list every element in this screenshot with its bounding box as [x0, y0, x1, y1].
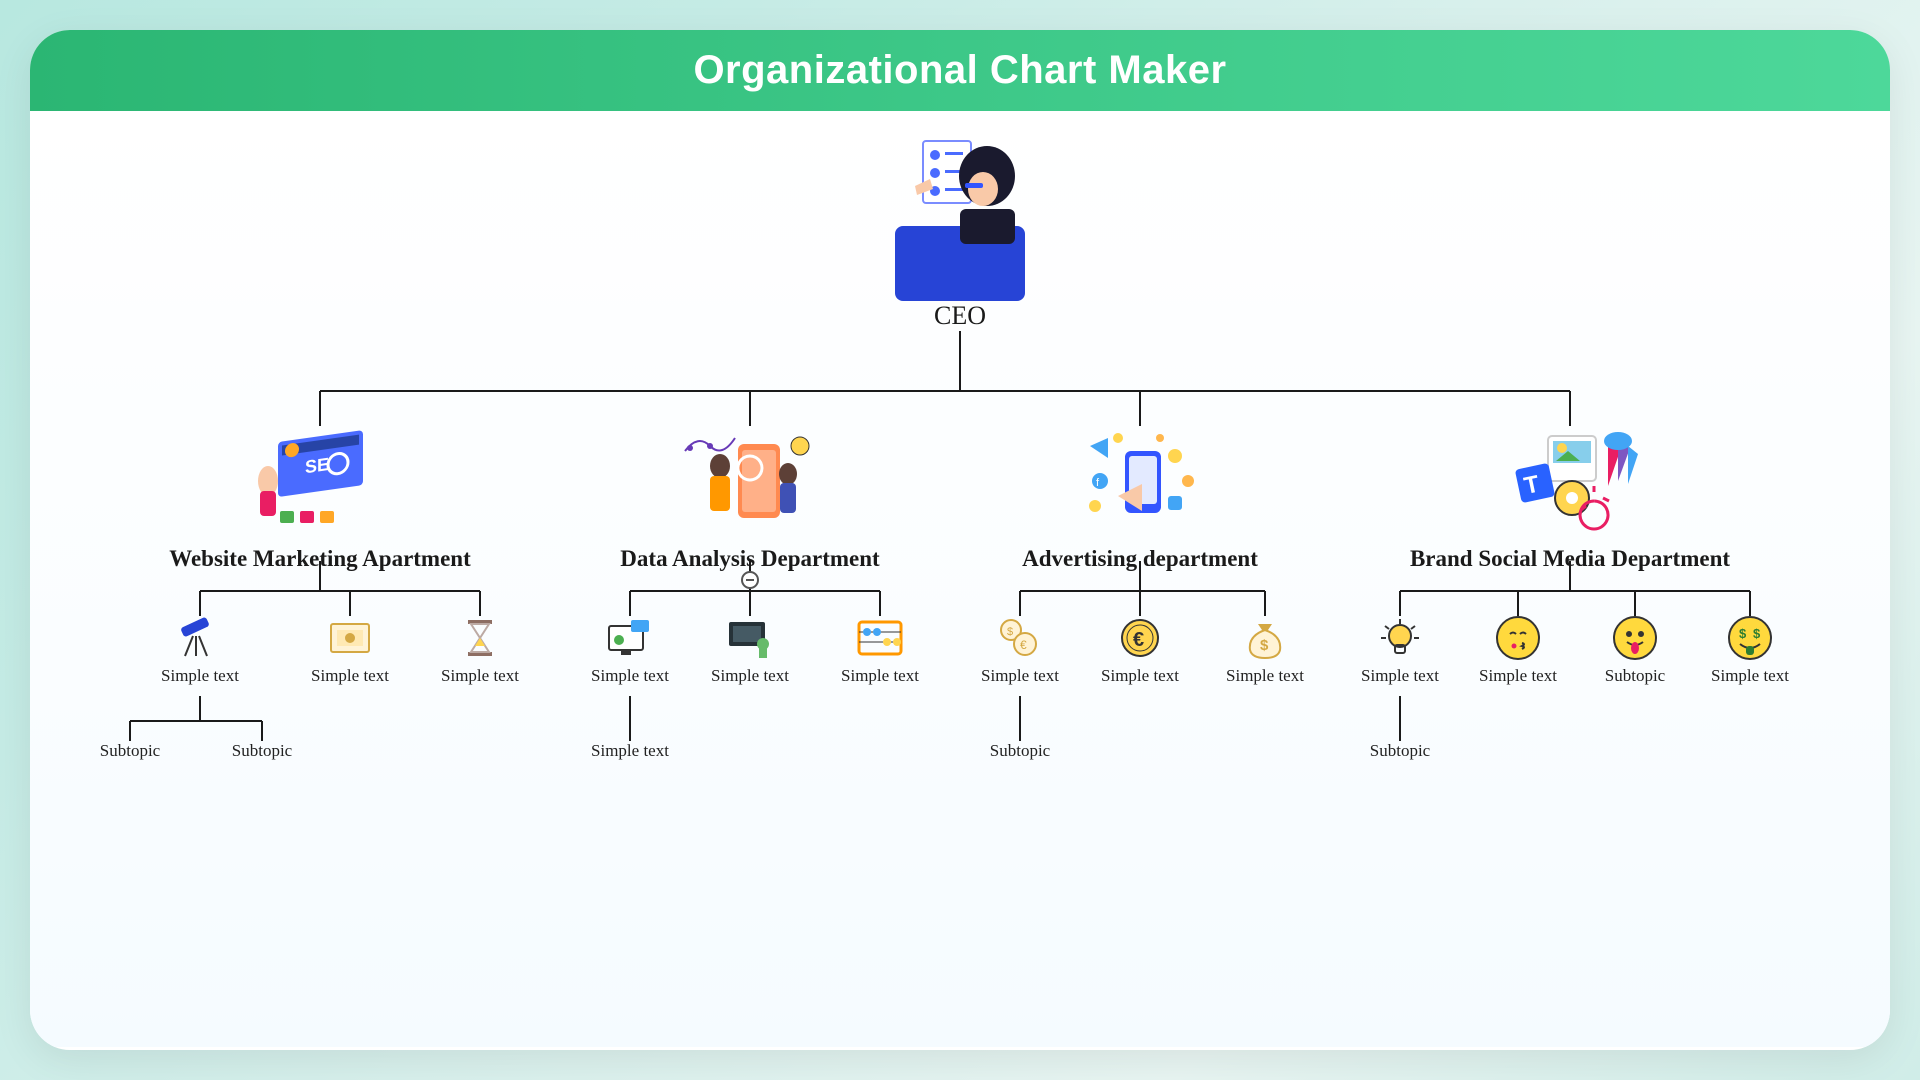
- node-dept-website[interactable]: SE Website Marketing Apartment: [150, 426, 490, 572]
- subtopic-node[interactable]: Simple text: [588, 741, 672, 761]
- svg-text:$: $: [1753, 626, 1761, 641]
- monitor-chat-icon: [603, 616, 657, 660]
- ceo-illustration-icon: [865, 131, 1055, 301]
- app-header: Organizational Chart Maker: [30, 30, 1890, 111]
- collapse-toggle-icon[interactable]: [741, 571, 759, 589]
- leaf-label: Subtopic: [1593, 666, 1677, 686]
- svg-text:$: $: [1739, 626, 1747, 641]
- leaf-label: Simple text: [1708, 666, 1792, 686]
- node-dept-advertising[interactable]: f Advertising department: [1000, 426, 1280, 572]
- dept-label: Data Analysis Department: [600, 546, 900, 572]
- leaf-bulb[interactable]: Simple text: [1358, 616, 1442, 686]
- subtopic-node[interactable]: Subtopic: [227, 741, 297, 761]
- node-ceo[interactable]: CEO: [865, 131, 1055, 331]
- advertising-illustration-icon: f: [1070, 426, 1210, 536]
- leaf-emoji-kiss[interactable]: Simple text: [1476, 616, 1560, 686]
- leaf-label: Simple text: [1358, 666, 1442, 686]
- node-dept-data[interactable]: Data Analysis Department: [600, 426, 900, 572]
- svg-text:$: $: [1260, 637, 1269, 654]
- leaf-coins[interactable]: $€ Simple text: [978, 616, 1062, 686]
- dept-label: Advertising department: [1000, 546, 1280, 572]
- leaf-label: Simple text: [1223, 666, 1307, 686]
- leaf-moneybag[interactable]: $ Simple text: [1223, 616, 1307, 686]
- chart-card: Organizational Chart Maker: [30, 30, 1890, 1050]
- leaf-label: Simple text: [158, 666, 242, 686]
- subtopic-label: Subtopic: [1358, 741, 1442, 761]
- social-media-illustration-icon: T: [1500, 426, 1640, 536]
- org-chart-canvas[interactable]: CEO SE Website Marketing Apartment: [30, 111, 1890, 1047]
- certificate-icon: [323, 616, 377, 660]
- leaf-label: Simple text: [588, 666, 672, 686]
- subtopic-label: Subtopic: [978, 741, 1062, 761]
- ceo-label: CEO: [865, 301, 1055, 331]
- leaf-presentation[interactable]: Simple text: [708, 616, 792, 686]
- euro-coin-icon: €: [1113, 616, 1167, 660]
- subtopic-label: Subtopic: [227, 741, 297, 761]
- leaf-label: Simple text: [308, 666, 392, 686]
- leaf-abacus[interactable]: Simple text: [838, 616, 922, 686]
- subtopic-label: Simple text: [588, 741, 672, 761]
- leaf-label: Simple text: [708, 666, 792, 686]
- lightbulb-icon: [1373, 616, 1427, 660]
- subtopic-node[interactable]: Subtopic: [978, 741, 1062, 761]
- svg-text:SE: SE: [305, 454, 329, 477]
- hourglass-icon: [453, 616, 507, 660]
- emoji-kiss-icon: [1491, 616, 1545, 660]
- app-title: Organizational Chart Maker: [30, 48, 1890, 93]
- leaf-label: Simple text: [1476, 666, 1560, 686]
- leaf-label: Simple text: [978, 666, 1062, 686]
- dept-label: Website Marketing Apartment: [150, 546, 490, 572]
- money-bag-icon: $: [1238, 616, 1292, 660]
- svg-text:$: $: [1007, 626, 1013, 638]
- whiteboard-icon: [723, 616, 777, 660]
- seo-illustration-icon: SE: [250, 426, 390, 536]
- leaf-telescope[interactable]: Simple text: [158, 616, 242, 686]
- leaf-euro[interactable]: € Simple text: [1098, 616, 1182, 686]
- emoji-tongue-icon: [1608, 616, 1662, 660]
- leaf-emoji-money[interactable]: $$ Simple text: [1708, 616, 1792, 686]
- leaf-monitor[interactable]: Simple text: [588, 616, 672, 686]
- leaf-label: Simple text: [1098, 666, 1182, 686]
- dept-label: Brand Social Media Department: [1390, 546, 1750, 572]
- subtopic-node[interactable]: Subtopic: [95, 741, 165, 761]
- leaf-hourglass[interactable]: Simple text: [438, 616, 522, 686]
- coins-icon: $€: [993, 616, 1047, 660]
- leaf-emoji-tongue[interactable]: Subtopic: [1593, 616, 1677, 686]
- emoji-money-icon: $$: [1723, 616, 1777, 660]
- svg-text:€: €: [1020, 638, 1027, 652]
- subtopic-label: Subtopic: [95, 741, 165, 761]
- abacus-icon: [853, 616, 907, 660]
- svg-text:€: €: [1133, 629, 1144, 651]
- leaf-label: Simple text: [438, 666, 522, 686]
- node-dept-brand[interactable]: T Brand Social Media Department: [1390, 426, 1750, 572]
- leaf-certificate[interactable]: Simple text: [308, 616, 392, 686]
- analytics-illustration-icon: [680, 426, 820, 536]
- subtopic-node[interactable]: Subtopic: [1358, 741, 1442, 761]
- telescope-icon: [173, 616, 227, 660]
- leaf-label: Simple text: [838, 666, 922, 686]
